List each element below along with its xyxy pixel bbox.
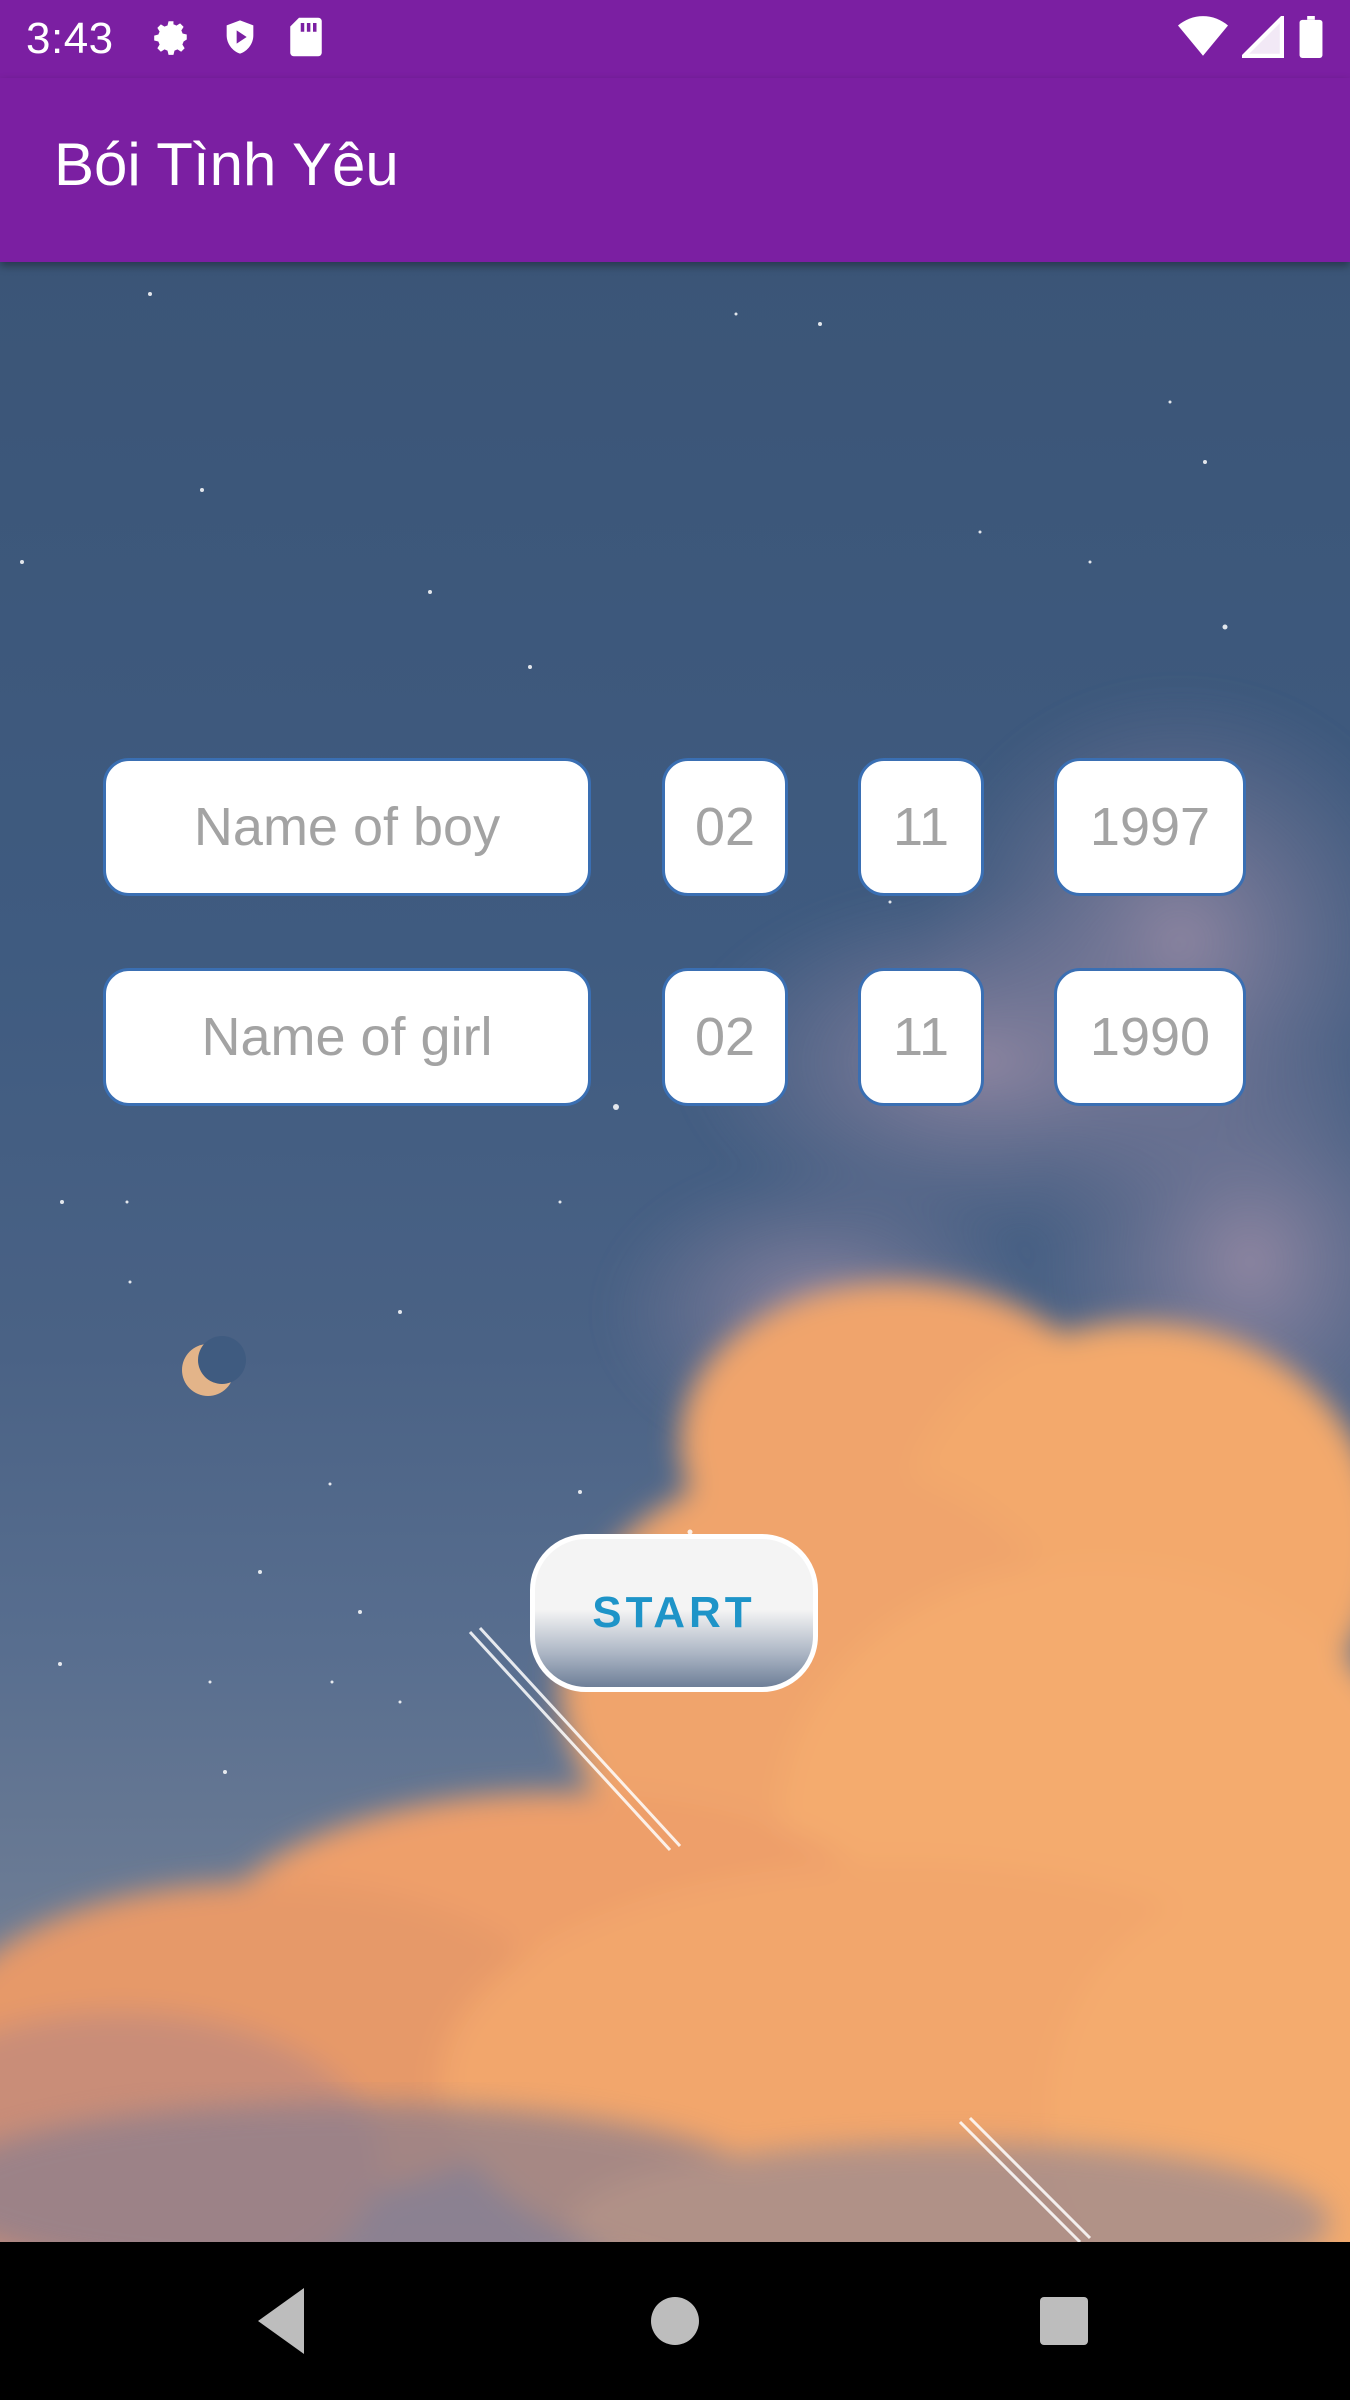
boy-year-input[interactable]: 1997 (1054, 758, 1246, 896)
navigation-bar (0, 2242, 1350, 2400)
home-icon[interactable] (651, 2297, 699, 2345)
back-icon[interactable] (258, 2288, 304, 2354)
settings-icon (150, 16, 192, 63)
battery-icon (1298, 16, 1324, 63)
main-content: Name of boy 02 11 1997 Name of girl 02 1… (0, 262, 1350, 2242)
boy-day-input[interactable]: 02 (662, 758, 788, 896)
night-sky-clouds-background (0, 292, 1350, 2242)
recents-icon[interactable] (1040, 2297, 1088, 2345)
girl-month-input[interactable]: 11 (858, 968, 984, 1106)
signal-icon (1239, 13, 1284, 63)
status-bar: 3:43 (0, 0, 1350, 78)
shield-icon (220, 16, 260, 63)
app-title: Bói Tình Yêu (54, 131, 399, 198)
app-bar: Bói Tình Yêu (0, 78, 1350, 262)
sd-card-icon (288, 16, 324, 63)
app-screen: 3:43 Bói Tình Yêu Name of boy 02 11 1997… (0, 0, 1350, 2400)
status-icons-left (150, 16, 324, 63)
status-icons-right (1178, 13, 1324, 63)
moon-icon (182, 1336, 246, 1396)
boy-month-input[interactable]: 11 (858, 758, 984, 896)
start-button[interactable]: START (530, 1534, 818, 1692)
boy-name-input[interactable]: Name of boy (103, 758, 591, 896)
girl-year-input[interactable]: 1990 (1054, 968, 1246, 1106)
wifi-icon (1178, 16, 1228, 63)
status-time: 3:43 (26, 14, 114, 63)
girl-day-input[interactable]: 02 (662, 968, 788, 1106)
girl-name-input[interactable]: Name of girl (103, 968, 591, 1106)
